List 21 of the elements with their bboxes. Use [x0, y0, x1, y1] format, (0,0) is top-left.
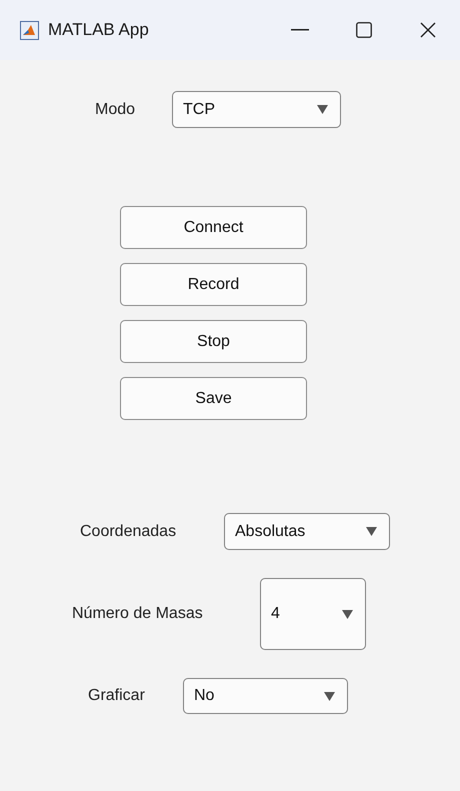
caret-icon — [317, 105, 328, 114]
action-button[interactable]: Save — [120, 377, 307, 420]
setting-dropdown[interactable]: No — [183, 678, 348, 714]
maximize-icon[interactable] — [356, 22, 372, 38]
setting-label: Número de Masas — [72, 605, 204, 623]
action-button[interactable]: Record — [120, 263, 307, 306]
setting-label: Coordenadas — [80, 522, 178, 540]
setting-label: Graficar — [88, 687, 146, 705]
app-logo-icon — [20, 20, 39, 40]
mode-dropdown[interactable]: TCP — [172, 91, 341, 128]
close-icon[interactable] — [420, 22, 436, 38]
action-button[interactable]: Stop — [120, 320, 307, 363]
caret-icon — [342, 610, 353, 618]
setting-dropdown[interactable]: 4 — [260, 578, 366, 650]
caret-icon — [324, 692, 335, 700]
caret-icon — [366, 527, 377, 536]
window-title: MATLAB App — [48, 20, 150, 40]
action-button[interactable]: Connect — [120, 206, 307, 249]
setting-dropdown[interactable]: Absolutas — [224, 513, 390, 550]
mode-label: Modo — [95, 100, 136, 118]
minimize-icon[interactable] — [291, 29, 309, 31]
